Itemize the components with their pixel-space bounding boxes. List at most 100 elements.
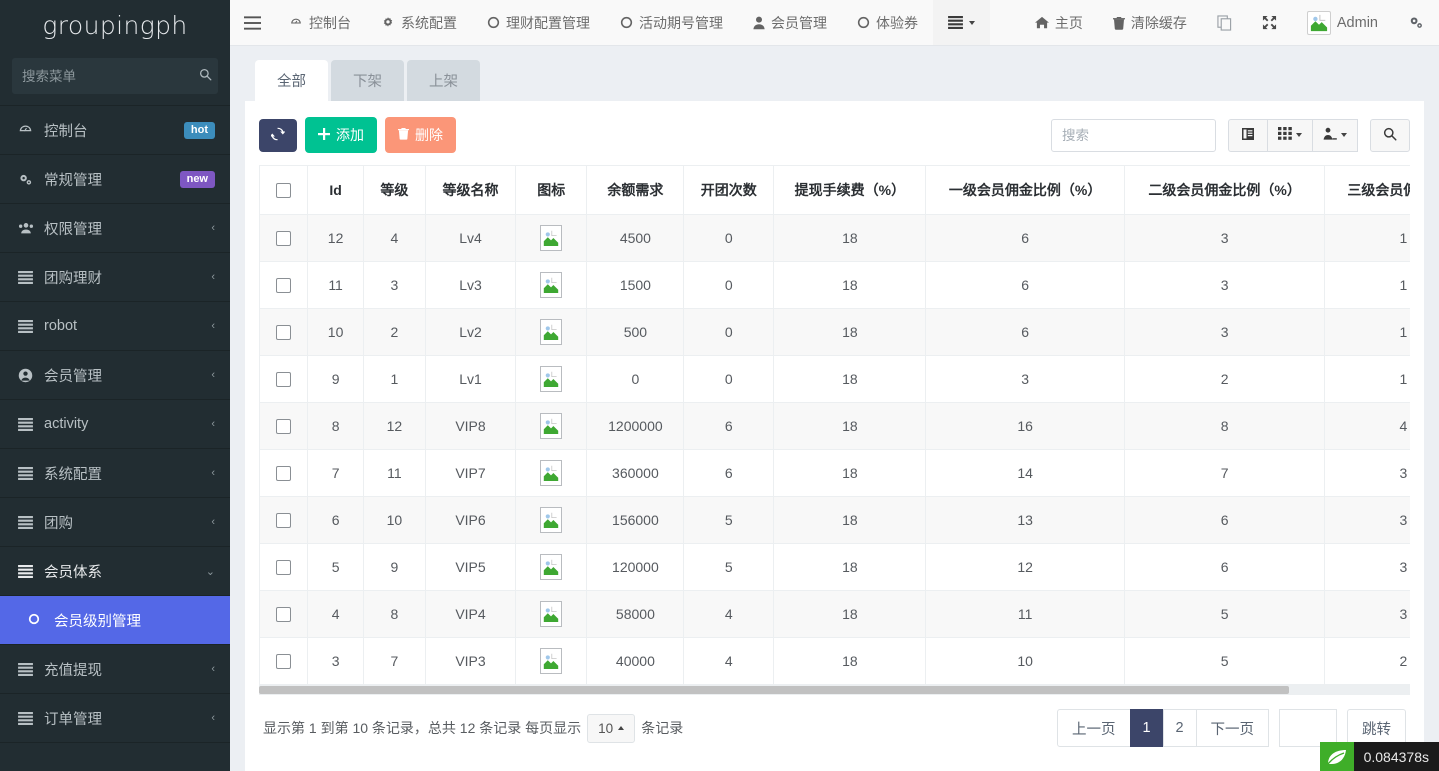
topbar-user-menu[interactable]: Admin — [1292, 0, 1393, 45]
cell-level1-commission: 6 — [926, 262, 1124, 309]
tab-all[interactable]: 全部 — [255, 60, 328, 101]
table-view-button-group — [1228, 119, 1358, 152]
col-level3-commission[interactable]: 三级会员佣金比例 — [1325, 166, 1410, 215]
add-button[interactable]: 添加 — [305, 117, 377, 153]
next-page-button[interactable]: 下一页 — [1196, 709, 1270, 747]
page-size-selector[interactable]: 10 — [587, 714, 635, 743]
sidebar-item-groupfinance[interactable]: 团购理财 ‹ — [0, 252, 230, 302]
columns-toggle-button[interactable] — [1228, 119, 1268, 152]
table-search-input[interactable] — [1051, 119, 1216, 152]
row-checkbox[interactable] — [276, 607, 291, 622]
debug-toolbar[interactable]: 0.084378s — [1320, 742, 1439, 771]
gears-icon — [1408, 15, 1424, 30]
export-dropdown-button[interactable] — [1312, 119, 1358, 152]
col-level-name[interactable]: 等级名称 — [426, 166, 516, 215]
topbar-item-activity-period[interactable]: 活动期号管理 — [605, 0, 738, 45]
topbar-more-dropdown[interactable] — [933, 0, 990, 45]
sidebar-item-sysconfig[interactable]: 系统配置 ‹ — [0, 448, 230, 498]
sidebar: groupingph 控制台 hot — [0, 0, 230, 771]
topbar-clear-cache-button[interactable]: 清除缓存 — [1098, 0, 1202, 45]
sidebar-item-members[interactable]: 会员管理 ‹ — [0, 350, 230, 400]
topbar-item-dashboard[interactable]: 控制台 — [274, 0, 366, 45]
sidebar-item-label: 会员体系 — [44, 561, 206, 582]
cell-level3-commission: 2 — [1325, 638, 1410, 685]
table-horizontal-scrollbar[interactable] — [259, 685, 1410, 695]
col-withdraw-fee[interactable]: 提现手续费（%） — [774, 166, 926, 215]
sidebar-item-groupbuy[interactable]: 团购 ‹ — [0, 497, 230, 547]
sidebar-toggle-button[interactable] — [230, 0, 274, 45]
member-level-table: Id 等级 等级名称 图标 余额需求 开团次数 提现手续费（%） 一级会员佣金比… — [259, 165, 1410, 685]
tab-offshelf[interactable]: 下架 — [331, 60, 404, 101]
delete-button[interactable]: 删除 — [385, 117, 456, 153]
topbar-item-sysconfig[interactable]: 系统配置 — [366, 0, 472, 45]
scrollbar-thumb[interactable] — [259, 686, 1289, 694]
cell-balance: 156000 — [587, 497, 684, 544]
sidebar-item-member-level-management[interactable]: 会员级别管理 — [0, 595, 230, 645]
row-checkbox[interactable] — [276, 325, 291, 340]
col-id[interactable]: Id — [308, 166, 363, 215]
sidebar-item-orders[interactable]: 订单管理 ‹ — [0, 693, 230, 743]
col-group-open-count[interactable]: 开团次数 — [684, 166, 774, 215]
record-info-suffix: 条记录 — [641, 718, 683, 738]
prev-page-button[interactable]: 上一页 — [1057, 709, 1131, 747]
cell-level-name: VIP7 — [426, 450, 516, 497]
row-select-cell — [260, 544, 308, 591]
sidebar-item-general[interactable]: 常规管理 new — [0, 154, 230, 204]
broken-image-icon — [540, 272, 562, 298]
row-checkbox[interactable] — [276, 513, 291, 528]
cell-icon — [515, 544, 587, 591]
row-checkbox[interactable] — [276, 231, 291, 246]
cell-icon — [515, 215, 587, 262]
topbar-fullscreen-button[interactable] — [1247, 0, 1292, 45]
col-balance-requirement[interactable]: 余额需求 — [587, 166, 684, 215]
row-checkbox[interactable] — [276, 466, 291, 481]
page-button-1[interactable]: 1 — [1130, 709, 1164, 747]
sidebar-item-robot[interactable]: robot ‹ — [0, 301, 230, 351]
topbar-item-experience-coupon[interactable]: 体验券 — [842, 0, 933, 45]
list-icon — [18, 516, 44, 529]
sidebar-search-box[interactable] — [12, 58, 218, 94]
topbar-item-member-management[interactable]: 会员管理 — [738, 0, 842, 45]
export-icon — [1323, 127, 1337, 144]
topbar-item-finance-config[interactable]: 理财配置管理 — [472, 0, 605, 45]
sidebar-item-membersystem[interactable]: 会员体系 ⌄ — [0, 546, 230, 596]
search-input[interactable] — [22, 69, 199, 84]
table-row: 102Lv2500018631 — [260, 309, 1411, 356]
cell-withdraw-fee: 18 — [774, 262, 926, 309]
col-icon[interactable]: 图标 — [515, 166, 587, 215]
row-checkbox[interactable] — [276, 372, 291, 387]
cell-icon — [515, 309, 587, 356]
row-checkbox[interactable] — [276, 419, 291, 434]
sidebar-item-activity[interactable]: activity ‹ — [0, 399, 230, 449]
sidebar-item-permissions[interactable]: 权限管理 ‹ — [0, 203, 230, 253]
row-checkbox[interactable] — [276, 560, 291, 575]
tab-onshelf[interactable]: 上架 — [407, 60, 480, 101]
select-all-checkbox[interactable] — [276, 183, 291, 198]
col-level1-commission[interactable]: 一级会员佣金比例（%） — [926, 166, 1124, 215]
topbar-settings-button[interactable] — [1393, 0, 1439, 45]
cell-level2-commission: 3 — [1124, 262, 1325, 309]
admin-name-label: Admin — [1337, 15, 1378, 31]
row-checkbox[interactable] — [276, 654, 291, 669]
refresh-button[interactable] — [259, 119, 297, 152]
sidebar-badge-hot: hot — [184, 122, 215, 139]
row-select-cell — [260, 215, 308, 262]
cell-level2-commission: 6 — [1124, 497, 1325, 544]
row-select-cell — [260, 356, 308, 403]
page-button-2[interactable]: 2 — [1163, 709, 1197, 747]
search-icon — [199, 68, 212, 84]
col-level[interactable]: 等级 — [363, 166, 425, 215]
col-level2-commission[interactable]: 二级会员佣金比例（%） — [1124, 166, 1325, 215]
sidebar-item-dashboard[interactable]: 控制台 hot — [0, 105, 230, 155]
topbar-home-button[interactable]: 主页 — [1020, 0, 1098, 45]
list-icon — [18, 663, 44, 676]
row-checkbox[interactable] — [276, 278, 291, 293]
topbar-clone-button[interactable] — [1202, 0, 1247, 45]
sidebar-item-label: 会员管理 — [44, 365, 211, 386]
refresh-icon — [271, 127, 285, 144]
sidebar-item-recharge-withdraw[interactable]: 充值提现 ‹ — [0, 644, 230, 694]
topbar-item-label: 活动期号管理 — [639, 13, 723, 33]
search-toggle-button[interactable] — [1370, 119, 1410, 152]
grid-columns-dropdown-button[interactable] — [1267, 119, 1313, 152]
chevron-left-icon: ‹ — [211, 222, 215, 234]
